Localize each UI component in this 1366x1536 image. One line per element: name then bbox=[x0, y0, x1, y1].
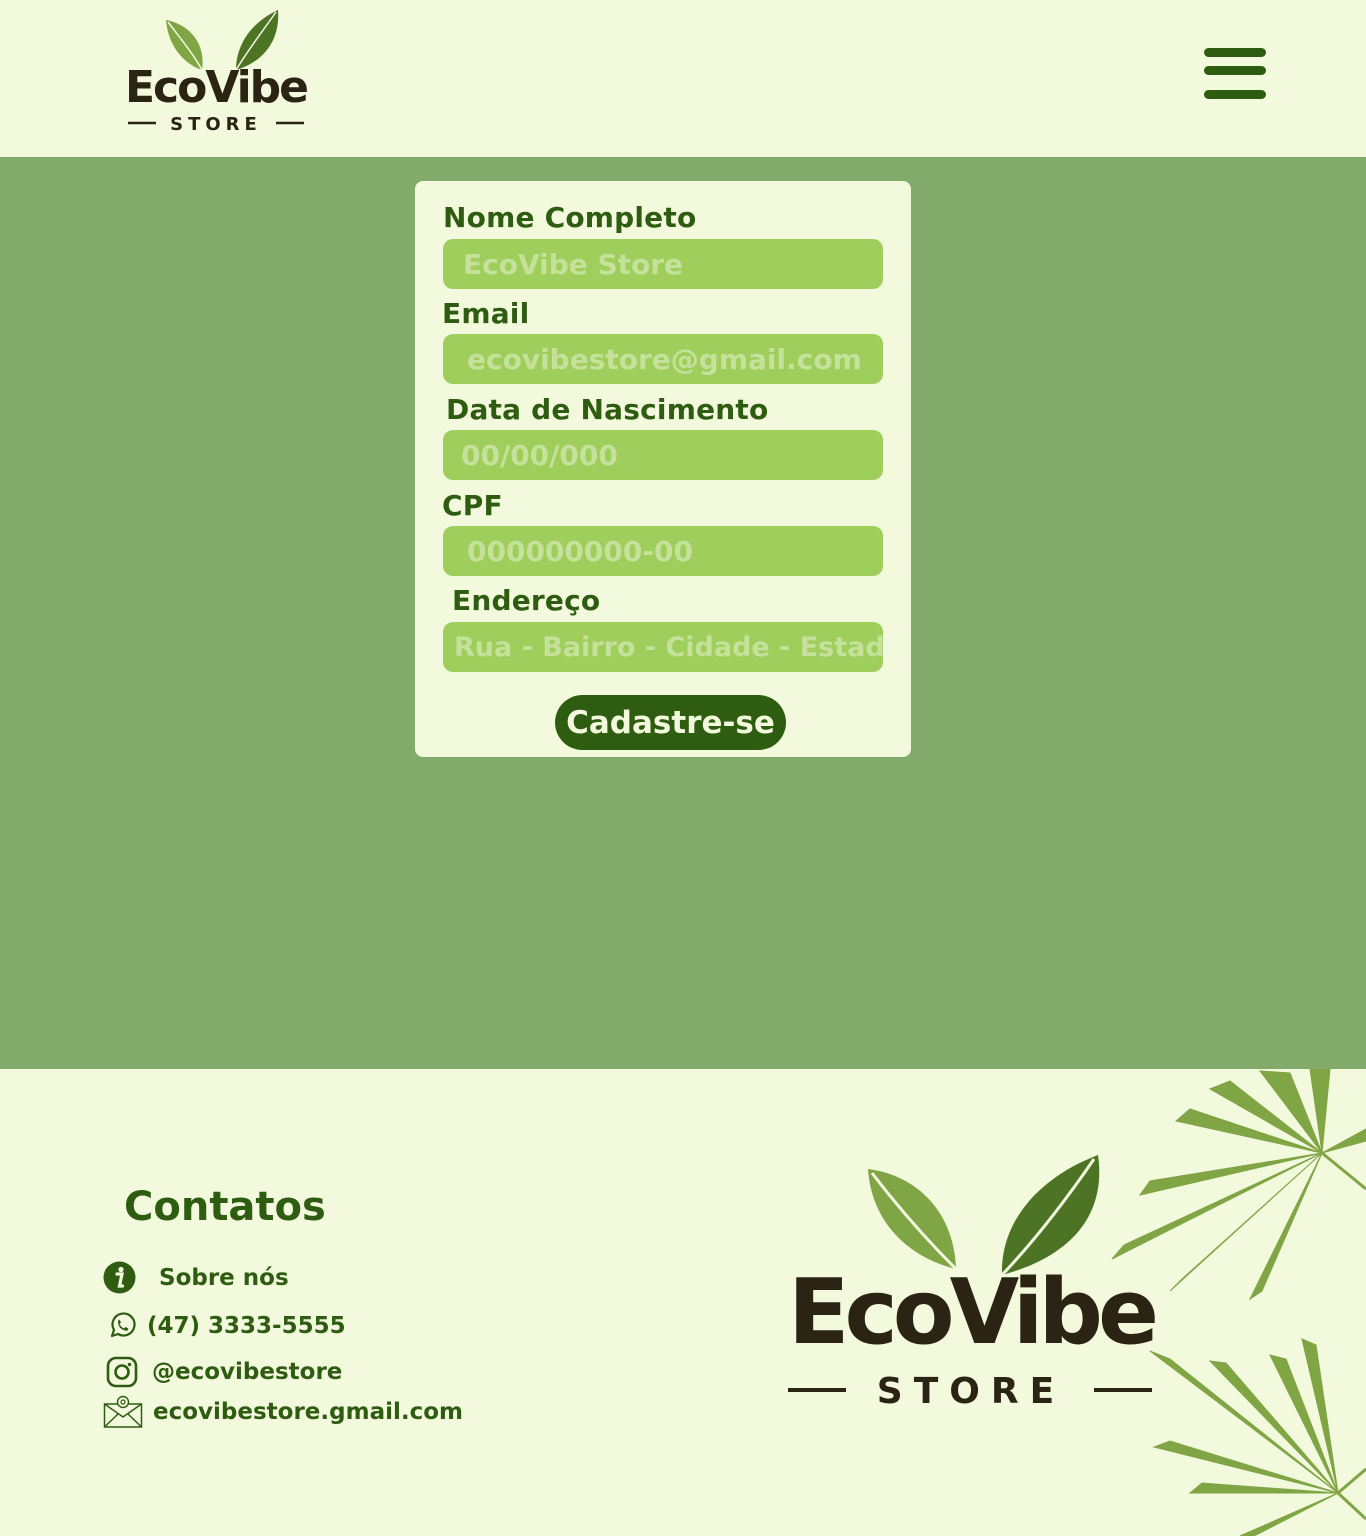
site-header: EcoVibe STORE bbox=[0, 0, 1366, 157]
menu-bar-top bbox=[1204, 48, 1266, 57]
contacts-title: Contatos bbox=[124, 1184, 326, 1230]
svg-text:STORE: STORE bbox=[170, 114, 262, 135]
about-us-label: Sobre nós bbox=[159, 1264, 289, 1291]
whatsapp-icon bbox=[108, 1311, 137, 1340]
about-us-link[interactable]: Sobre nós bbox=[103, 1261, 289, 1294]
cpf-label: CPF bbox=[442, 489, 503, 522]
phone-number: (47) 3333-5555 bbox=[147, 1312, 346, 1339]
instagram-handle: @ecovibestore bbox=[152, 1359, 343, 1385]
site-footer: Contatos Sobre nós (47) 3333-5555 @ecovi… bbox=[0, 1069, 1366, 1536]
email-address: ecovibestore.gmail.com bbox=[153, 1399, 463, 1425]
menu-bar-bottom bbox=[1204, 90, 1266, 99]
address-label: Endereço bbox=[452, 584, 601, 617]
ecovibe-logo-header[interactable]: EcoVibe STORE bbox=[118, 6, 314, 136]
cpf-input[interactable] bbox=[443, 526, 883, 576]
svg-text:EcoVibe: EcoVibe bbox=[125, 62, 307, 113]
instagram-icon bbox=[106, 1356, 138, 1388]
instagram-link[interactable]: @ecovibestore bbox=[106, 1356, 342, 1388]
email-label: Email bbox=[442, 297, 530, 330]
full-name-label: Nome Completo bbox=[443, 201, 697, 234]
main-content: Nome Completo Email Data de Nascimento C… bbox=[0, 157, 1366, 1069]
email-link[interactable]: ecovibestore.gmail.com bbox=[103, 1395, 463, 1429]
birth-date-input[interactable] bbox=[443, 430, 883, 480]
full-name-input[interactable] bbox=[443, 239, 883, 289]
signup-form: Nome Completo Email Data de Nascimento C… bbox=[415, 181, 911, 757]
email-input[interactable] bbox=[443, 334, 883, 384]
email-icon bbox=[103, 1395, 143, 1429]
signup-button[interactable]: Cadastre-se bbox=[555, 695, 786, 750]
menu-bar-middle bbox=[1204, 66, 1266, 75]
palm-leaves-decoration bbox=[1090, 1069, 1366, 1536]
hamburger-menu-icon[interactable] bbox=[1202, 46, 1268, 102]
info-icon bbox=[103, 1261, 136, 1294]
birth-date-label: Data de Nascimento bbox=[446, 393, 769, 426]
address-input[interactable] bbox=[443, 622, 883, 672]
whatsapp-link[interactable]: (47) 3333-5555 bbox=[108, 1311, 346, 1340]
svg-text:STORE: STORE bbox=[877, 1371, 1065, 1411]
